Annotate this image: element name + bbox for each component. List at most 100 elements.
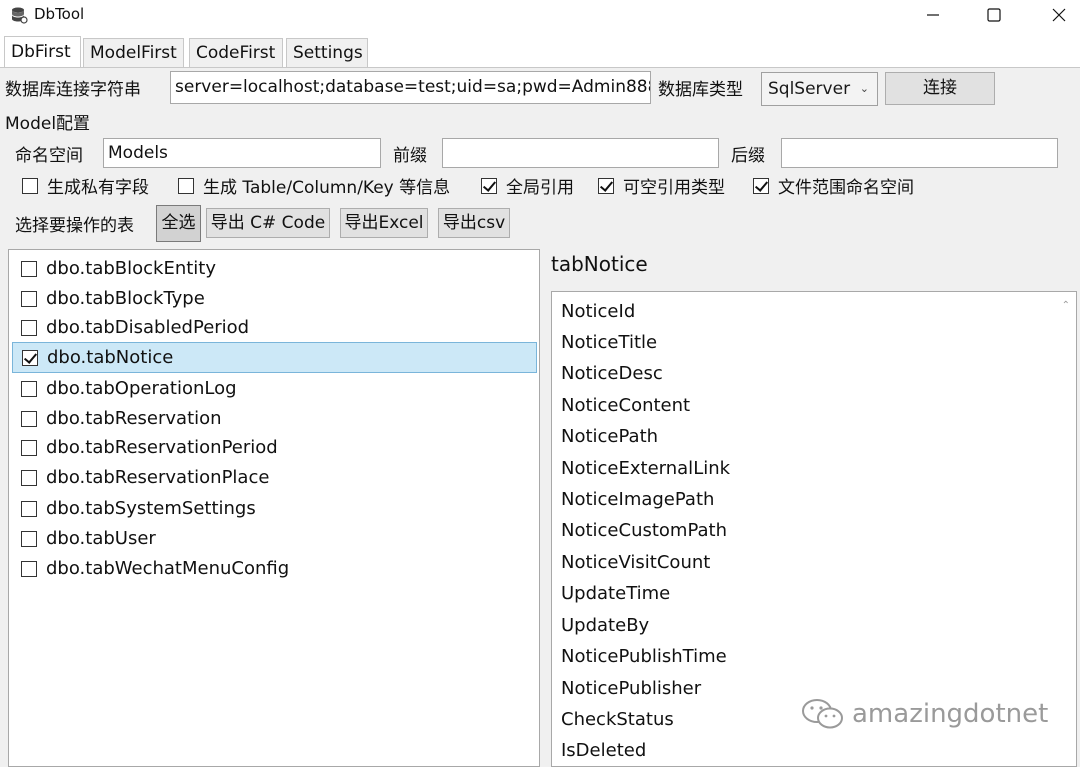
suffix-input[interactable] xyxy=(781,138,1058,168)
checkbox[interactable] xyxy=(21,439,37,456)
column-item[interactable]: IsDeleted xyxy=(561,740,646,761)
export-excel-button[interactable]: 导出Excel xyxy=(340,208,428,238)
column-item[interactable]: NoticeCustomPath xyxy=(561,520,727,541)
checkbox[interactable] xyxy=(21,469,37,486)
option-label: 生成私有字段 xyxy=(47,178,149,198)
table-name: dbo.tabReservation xyxy=(46,408,222,429)
table-name: dbo.tabSystemSettings xyxy=(46,498,256,519)
tab-settings[interactable]: Settings xyxy=(286,38,368,68)
checkbox[interactable] xyxy=(21,380,37,397)
connection-string-label: 数据库连接字符串 xyxy=(5,80,141,100)
prefix-label: 前缀 xyxy=(393,146,427,166)
checkbox[interactable] xyxy=(481,177,497,194)
tab-strip: DbFirst ModelFirst CodeFirst Settings xyxy=(0,36,1080,68)
column-item[interactable]: NoticePath xyxy=(561,426,658,447)
option-global-usings[interactable]: 全局引用 xyxy=(481,173,574,198)
table-row[interactable]: dbo.tabUser xyxy=(12,524,537,553)
option-label: 全局引用 xyxy=(506,178,574,198)
table-row[interactable]: dbo.tabWechatMenuConfig xyxy=(12,554,537,583)
model-config-label: Model配置 xyxy=(5,114,91,134)
column-item[interactable]: NoticePublishTime xyxy=(561,646,727,667)
table-list[interactable]: dbo.tabBlockEntity dbo.tabBlockType dbo.… xyxy=(8,249,540,767)
wechat-icon xyxy=(802,699,843,729)
table-name: dbo.tabBlockEntity xyxy=(46,258,217,279)
table-name: dbo.tabReservationPeriod xyxy=(46,437,278,458)
tab-dbfirst[interactable]: DbFirst xyxy=(4,36,81,68)
maximize-icon xyxy=(987,8,1001,22)
checkbox[interactable] xyxy=(22,349,38,366)
prefix-input[interactable] xyxy=(442,138,719,168)
column-item[interactable]: UpdateTime xyxy=(561,583,670,604)
database-icon xyxy=(12,7,28,24)
table-name: dbo.tabDisabledPeriod xyxy=(46,317,250,338)
table-row-selected[interactable]: dbo.tabNotice xyxy=(12,342,537,373)
select-all-button[interactable]: 全选 xyxy=(156,205,201,242)
namespace-input[interactable]: Models xyxy=(103,138,381,168)
column-item[interactable]: UpdateBy xyxy=(561,615,649,636)
checkbox[interactable] xyxy=(21,530,37,547)
checkbox[interactable] xyxy=(753,177,769,194)
column-list[interactable]: ⌃ NoticeId NoticeTitle NoticeDesc Notice… xyxy=(551,291,1077,767)
checkbox[interactable] xyxy=(598,177,614,194)
checkbox[interactable] xyxy=(21,319,37,336)
export-csv-button[interactable]: 导出csv xyxy=(438,208,510,238)
connect-button[interactable]: 连接 xyxy=(885,72,995,105)
tab-codefirst[interactable]: CodeFirst xyxy=(189,38,283,68)
table-name: dbo.tabNotice xyxy=(47,347,174,368)
export-code-button[interactable]: 导出 C# Code xyxy=(206,208,330,238)
table-row[interactable]: dbo.tabDisabledPeriod xyxy=(12,313,537,342)
column-item[interactable]: NoticeTitle xyxy=(561,332,657,353)
column-item[interactable]: NoticeImagePath xyxy=(561,489,714,510)
namespace-label: 命名空间 xyxy=(15,146,83,166)
table-name: dbo.tabOperationLog xyxy=(46,378,237,399)
column-item[interactable]: NoticeVisitCount xyxy=(561,552,710,573)
column-item[interactable]: NoticeContent xyxy=(561,395,690,416)
db-type-select[interactable]: SqlServer ⌄ xyxy=(761,72,878,106)
chevron-down-icon: ⌄ xyxy=(859,82,869,95)
tab-modelfirst[interactable]: ModelFirst xyxy=(83,38,184,68)
minimize-icon xyxy=(927,14,939,16)
table-row[interactable]: dbo.tabBlockType xyxy=(12,284,537,313)
maximize-button[interactable] xyxy=(971,0,1017,30)
table-name: dbo.tabWechatMenuConfig xyxy=(46,558,290,579)
close-icon xyxy=(1052,8,1066,22)
table-row[interactable]: dbo.tabReservation xyxy=(12,404,537,433)
option-label: 文件范围命名空间 xyxy=(778,178,914,198)
checkbox[interactable] xyxy=(21,560,37,577)
select-tables-label: 选择要操作的表 xyxy=(15,216,134,236)
selected-table-title: tabNotice xyxy=(551,252,648,276)
scroll-up-icon[interactable]: ⌃ xyxy=(1062,300,1070,311)
checkbox[interactable] xyxy=(21,260,37,277)
table-row[interactable]: dbo.tabOperationLog xyxy=(12,374,537,403)
column-item[interactable]: NoticeExternalLink xyxy=(561,458,730,479)
column-item[interactable]: NoticeId xyxy=(561,301,635,322)
column-item[interactable]: CheckStatus xyxy=(561,709,674,730)
option-nullable-reference[interactable]: 可空引用类型 xyxy=(598,173,725,198)
table-row[interactable]: dbo.tabSystemSettings xyxy=(12,494,537,523)
option-private-fields[interactable]: 生成私有字段 xyxy=(22,173,149,198)
title-bar: DbTool xyxy=(0,0,1080,32)
checkbox[interactable] xyxy=(21,410,37,427)
checkbox[interactable] xyxy=(21,290,37,307)
column-item[interactable]: NoticePublisher xyxy=(561,678,701,699)
checkbox[interactable] xyxy=(21,500,37,517)
table-name: dbo.tabUser xyxy=(46,528,156,549)
close-button[interactable] xyxy=(1036,0,1080,30)
option-file-scoped-namespace[interactable]: 文件范围命名空间 xyxy=(753,173,914,198)
minimize-button[interactable] xyxy=(910,0,956,30)
checkbox[interactable] xyxy=(22,177,38,194)
option-table-column-key[interactable]: 生成 Table/Column/Key 等信息 xyxy=(178,173,450,198)
table-name: dbo.tabReservationPlace xyxy=(46,467,270,488)
table-row[interactable]: dbo.tabReservationPeriod xyxy=(12,433,537,462)
suffix-label: 后缀 xyxy=(731,146,765,166)
table-row[interactable]: dbo.tabBlockEntity xyxy=(12,254,537,283)
window-title: DbTool xyxy=(34,5,85,23)
column-item[interactable]: NoticeDesc xyxy=(561,363,663,384)
watermark-text: amazingdotnet xyxy=(852,699,1049,729)
connection-string-input[interactable]: server=localhost;database=test;uid=sa;pw… xyxy=(170,71,651,104)
db-type-label: 数据库类型 xyxy=(658,80,743,100)
table-row[interactable]: dbo.tabReservationPlace xyxy=(12,463,537,492)
checkbox[interactable] xyxy=(178,177,194,194)
db-type-value: SqlServer xyxy=(768,79,851,99)
option-label: 生成 Table/Column/Key 等信息 xyxy=(203,178,451,198)
